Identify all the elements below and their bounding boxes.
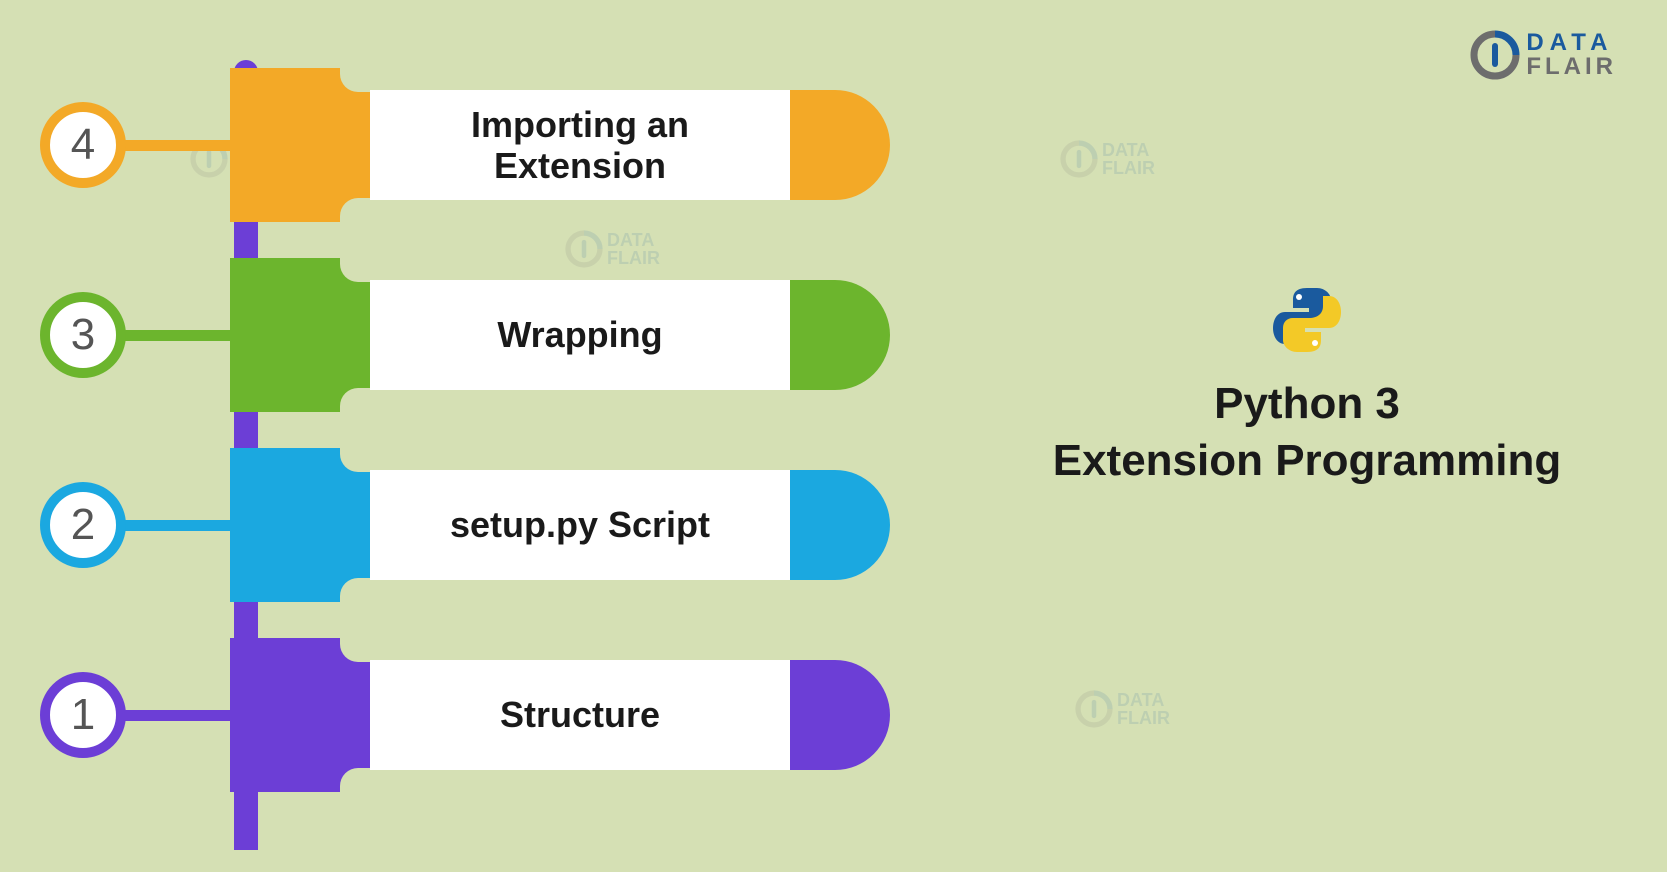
- step-number: 3: [71, 310, 95, 360]
- step-flag-cap: [775, 280, 890, 390]
- watermark-icon: DATAFLAIR: [1075, 690, 1170, 728]
- step-connector: [120, 140, 250, 151]
- step-flag-cap: [775, 470, 890, 580]
- title-block: Python 3 Extension Programming: [1027, 280, 1587, 489]
- step-number-circle: 1: [40, 672, 126, 758]
- step-flag-cap: [775, 90, 890, 200]
- brand-logo-text: DATA FLAIR: [1526, 31, 1617, 79]
- step-notch: [340, 66, 410, 92]
- brand-logo: DATA FLAIR: [1470, 30, 1617, 80]
- brand-logo-icon: [1470, 30, 1520, 80]
- step-notch: [340, 388, 410, 414]
- step-flag: Structure: [230, 638, 890, 792]
- step-label: setup.py Script: [370, 470, 790, 580]
- step-flag: Importing an Extension: [230, 68, 890, 222]
- title-line-2: Extension Programming: [1027, 432, 1587, 489]
- step-label: Wrapping: [370, 280, 790, 390]
- step-number-circle: 4: [40, 102, 126, 188]
- step-number-circle: 3: [40, 292, 126, 378]
- step-notch: [340, 768, 410, 794]
- step-number: 2: [71, 500, 95, 550]
- step-number-circle: 2: [40, 482, 126, 568]
- step-number: 1: [71, 690, 95, 740]
- step-notch: [340, 636, 410, 662]
- step-flag-cap: [775, 660, 890, 770]
- watermark-icon: DATAFLAIR: [1060, 140, 1155, 178]
- step-label: Importing an Extension: [370, 90, 790, 200]
- step-flag: Wrapping: [230, 258, 890, 412]
- title-line-1: Python 3: [1027, 375, 1587, 432]
- step-connector: [120, 520, 250, 531]
- brand-name-bottom: FLAIR: [1526, 55, 1617, 79]
- page-title: Python 3 Extension Programming: [1027, 375, 1587, 489]
- step-flag: setup.py Script: [230, 448, 890, 602]
- step-notch: [340, 578, 410, 604]
- step-notch: [340, 198, 410, 224]
- step-connector: [120, 710, 250, 721]
- step-notch: [340, 256, 410, 282]
- step-number: 4: [71, 120, 95, 170]
- brand-name-top: DATA: [1526, 31, 1617, 55]
- python-icon: [1267, 280, 1347, 360]
- step-label: Structure: [370, 660, 790, 770]
- step-connector: [120, 330, 250, 341]
- step-notch: [340, 446, 410, 472]
